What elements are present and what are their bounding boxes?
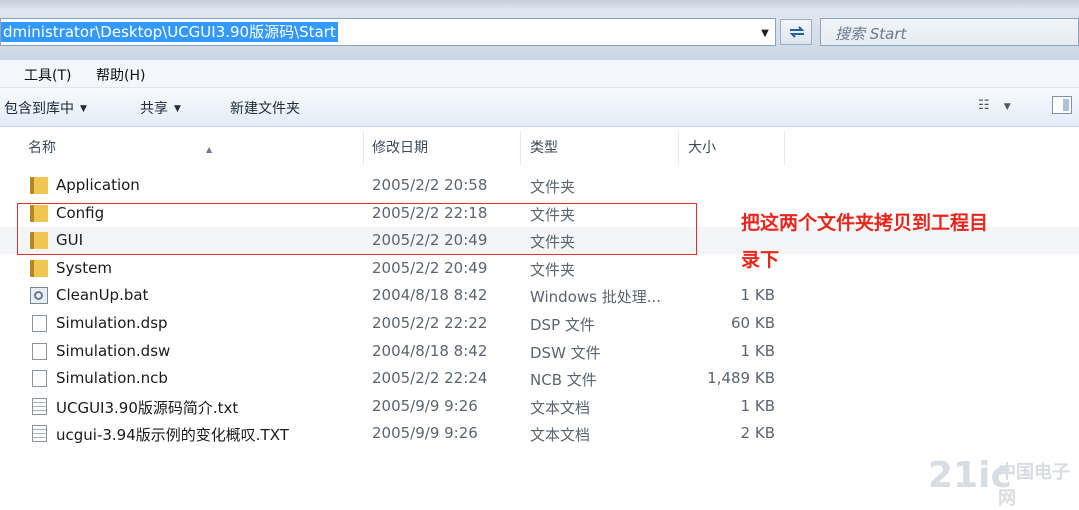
view-list-icon: ☷ <box>978 98 990 113</box>
file-size: 1,489 KB <box>707 369 775 388</box>
column-divider[interactable] <box>784 131 785 165</box>
file-type: 文件夹 <box>530 260 576 279</box>
batch-file-icon <box>30 287 48 305</box>
text-file-icon <box>32 425 47 443</box>
file-date: 2005/2/2 20:49 <box>372 258 488 277</box>
file-type: Windows 批处理... <box>530 288 662 307</box>
file-icon <box>32 342 47 360</box>
folder-icon <box>30 177 48 194</box>
view-options-button[interactable]: ☷ ▼ <box>978 98 1011 113</box>
file-row[interactable]: ucgui-3.94版示例的变化概叹.TXT 2005/9/9 9:26 文本文档 2… <box>0 420 1079 447</box>
address-input[interactable]: dministrator\Desktop\UCGUI3.90版源码\Start <box>0 18 776 46</box>
annotation-text-line2: 录下 <box>741 249 780 271</box>
file-size: 1 KB <box>740 341 775 360</box>
file-date: 2005/9/9 9:26 <box>372 424 478 443</box>
file-row[interactable]: Simulation.ncb 2005/2/2 22:24 NCB 文件 1,489 … <box>0 365 1079 392</box>
folder-icon <box>30 259 48 277</box>
file-row[interactable]: System 2005/2/2 20:49 文件夹 <box>0 255 1079 282</box>
file-size: 1 KB <box>740 286 775 305</box>
refresh-icon <box>789 26 805 38</box>
file-date: 2004/8/18 8:42 <box>372 341 488 360</box>
share-button[interactable]: 共享 ▼ <box>140 98 181 118</box>
chevron-down-icon: ▼ <box>174 104 181 114</box>
file-type: DSW 文件 <box>530 343 601 362</box>
column-name-label: 名称 <box>28 140 56 156</box>
include-library-label: 包含到库中 <box>4 101 74 117</box>
file-date: 2005/2/2 20:58 <box>372 176 488 194</box>
file-row[interactable]: Application 2005/2/2 20:58 文件夹 <box>0 172 1079 199</box>
file-size: 60 KB <box>731 314 775 332</box>
file-date: 2005/2/2 22:22 <box>372 314 488 332</box>
file-date: 2005/2/2 22:24 <box>372 369 488 388</box>
file-row[interactable]: Simulation.dsw 2004/8/18 8:42 DSW 文件 1 KB <box>0 338 1079 365</box>
column-header-name[interactable]: 名称 ▲ <box>18 131 363 165</box>
include-library-button[interactable]: 包含到库中 ▼ <box>4 98 87 118</box>
file-size: 2 KB <box>740 424 775 443</box>
file-type: DSP 文件 <box>530 316 595 334</box>
menu-bar: 工具(T) 帮助(H) <box>0 60 1079 88</box>
file-icon <box>32 315 47 332</box>
watermark-text: 中国电子网 <box>998 462 1070 509</box>
file-name: CleanUp.bat <box>56 286 149 305</box>
refresh-button[interactable] <box>780 19 812 45</box>
file-name: Simulation.dsw <box>56 341 171 360</box>
column-header-type[interactable]: 类型 <box>520 131 678 165</box>
window-top-strip <box>0 0 1079 10</box>
file-size: 1 KB <box>740 396 775 415</box>
annotation-highlight-box <box>17 203 697 255</box>
search-placeholder: 搜索 Start <box>835 25 907 43</box>
chevron-down-icon: ▼ <box>80 104 87 114</box>
address-bar: dministrator\Desktop\UCGUI3.90版源码\Start … <box>0 10 1079 60</box>
command-toolbar: 包含到库中 ▼ 共享 ▼ 新建文件夹 ☷ ▼ <box>0 88 1079 127</box>
preview-pane-button[interactable] <box>1052 96 1072 114</box>
menu-tools[interactable]: 工具(T) <box>24 65 71 85</box>
share-label: 共享 <box>140 101 168 117</box>
file-type: 文件夹 <box>530 178 576 196</box>
new-folder-button[interactable]: 新建文件夹 <box>230 98 300 118</box>
file-type: 文本文档 <box>530 426 591 445</box>
search-input[interactable]: 搜索 Start <box>820 18 1079 46</box>
file-type: NCB 文件 <box>530 371 597 390</box>
file-name: Application <box>56 176 140 194</box>
file-row[interactable]: CleanUp.bat 2004/8/18 8:42 Windows 批处理... 1… <box>0 282 1079 309</box>
file-date: 2005/9/9 9:26 <box>372 396 478 415</box>
file-type: 文本文档 <box>530 398 591 417</box>
column-header-size[interactable]: 大小 <box>678 131 784 165</box>
file-name: System <box>56 258 112 277</box>
file-icon <box>32 370 47 388</box>
watermark-logo: 21ic 中国电子网 <box>928 455 1074 509</box>
file-name: ucgui-3.94版示例的变化概叹.TXT <box>56 426 289 445</box>
file-row[interactable]: UCGUI3.90版源码简介.txt 2005/9/9 9:26 文本文档 1 KB <box>0 393 1079 420</box>
file-name: Simulation.dsp <box>56 314 168 332</box>
file-name: UCGUI3.90版源码简介.txt <box>56 398 239 417</box>
annotation-text-line1: 把这两个文件夹拷贝到工程目 <box>741 212 989 234</box>
menu-help[interactable]: 帮助(H) <box>96 65 145 85</box>
sort-ascending-icon: ▲ <box>206 145 213 154</box>
column-header-date[interactable]: 修改日期 <box>362 131 520 165</box>
chevron-down-icon[interactable]: ▼ <box>757 26 773 42</box>
file-row[interactable]: Simulation.dsp 2005/2/2 22:22 DSP 文件 60 KB <box>0 310 1079 337</box>
file-date: 2004/8/18 8:42 <box>372 286 488 305</box>
address-path[interactable]: dministrator\Desktop\UCGUI3.90版源码\Start <box>1 22 338 42</box>
file-list: 名称 ▲ 修改日期 类型 大小 Application 2005/2/2 20:58… <box>0 127 1079 505</box>
file-name: Simulation.ncb <box>56 369 168 388</box>
text-file-icon <box>32 397 47 415</box>
chevron-down-icon: ▼ <box>1003 102 1011 112</box>
